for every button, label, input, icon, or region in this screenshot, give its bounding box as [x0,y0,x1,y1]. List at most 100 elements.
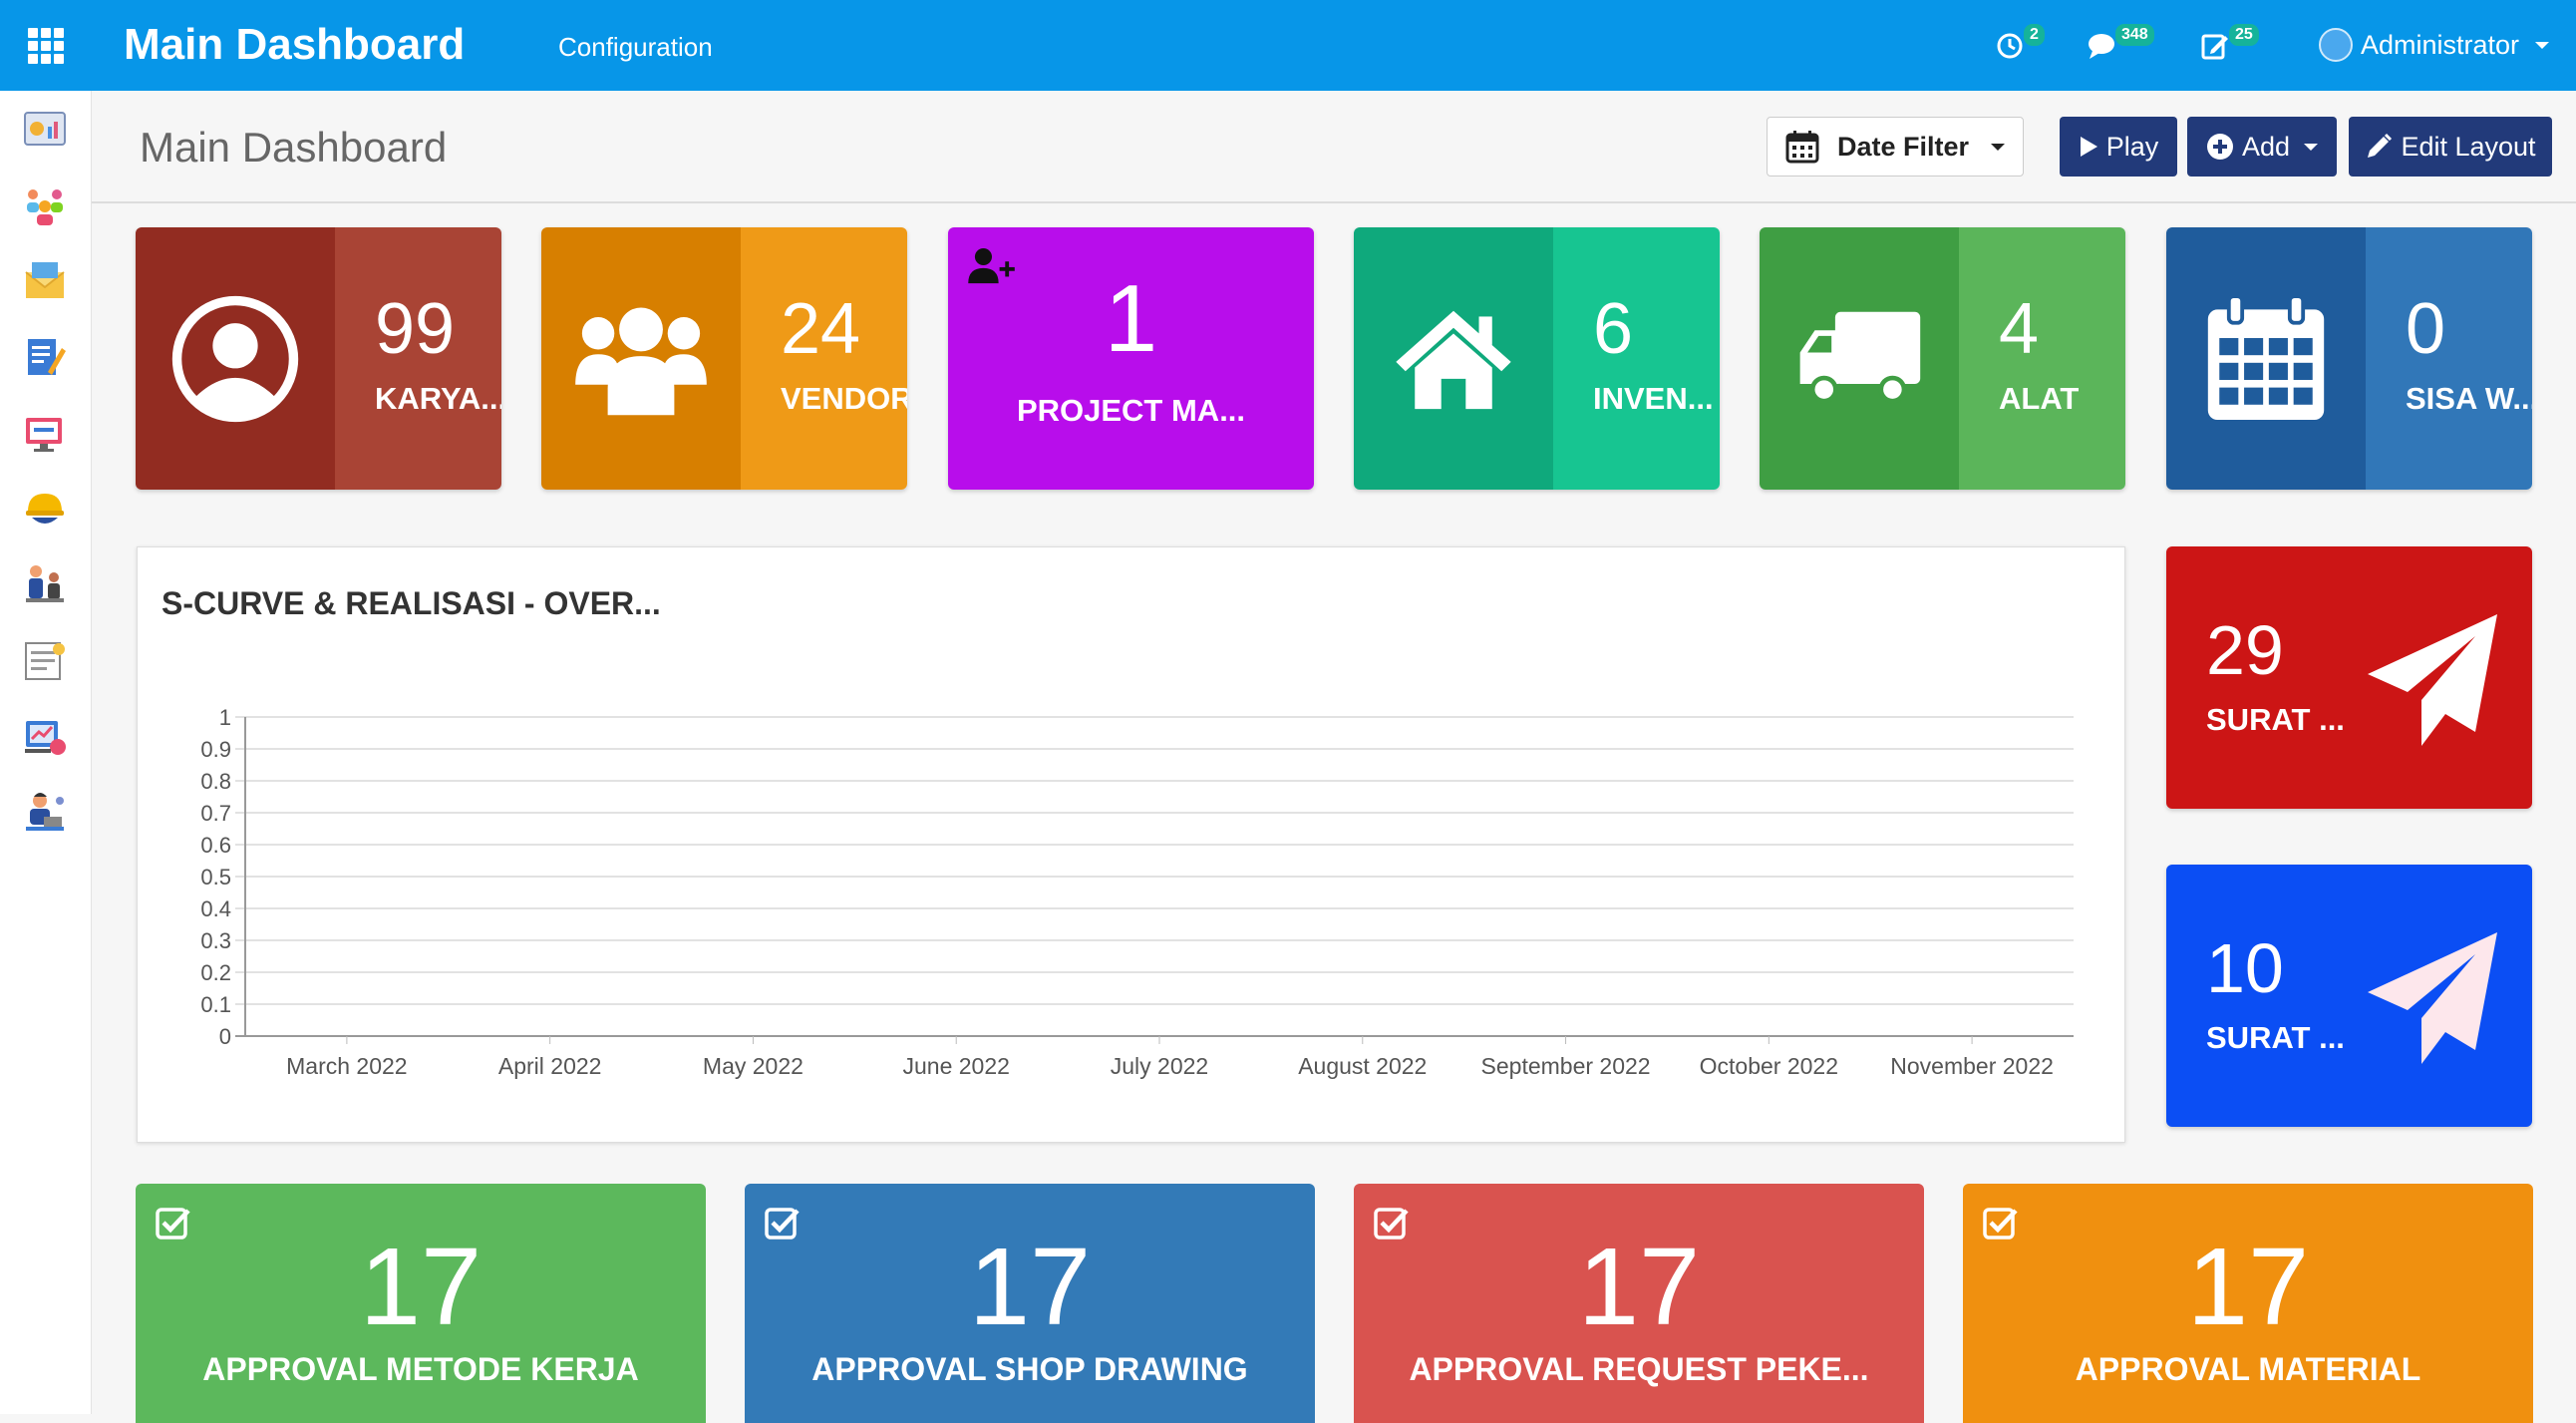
user-circle-icon [171,295,299,422]
team-icon [27,189,63,225]
y-tick-label: 0.3 [200,928,231,953]
top-navbar: Main Dashboard Configuration 2 348 25 Ad… [0,0,2576,91]
chat-badge: 348 [2115,24,2154,46]
chat-icon [2089,34,2114,59]
stat-value-panel: 0 SISA W... [2366,227,2532,490]
stat-card-project-manager[interactable]: 1 PROJECT MA... [948,227,1314,490]
surat-label: SURAT ... [2206,702,2345,737]
stat-value: 6 [1593,289,1634,369]
sidebar-item-document[interactable] [22,334,68,380]
stat-value: 24 [781,289,861,369]
y-tick-label: 0 [219,1024,231,1049]
approval-card-shop-drawing[interactable]: 17 APPROVAL SHOP DRAWING [745,1184,1315,1423]
x-tick-label: November 2022 [1890,1053,2054,1079]
stat-icon-panel [541,227,741,490]
user-menu[interactable]: Administrator [2319,26,2550,64]
approval-card-material[interactable]: 17 APPROVAL MATERIAL [1963,1184,2533,1423]
x-tick-label: June 2022 [903,1053,1010,1079]
stat-card-inventory[interactable]: 6 INVEN... [1354,227,1720,490]
stat-card-alat[interactable]: 4 ALAT [1760,227,2125,490]
avatar [2319,28,2353,62]
y-tick-label: 0.8 [200,769,231,794]
approval-card-request-pekerjaan[interactable]: 17 APPROVAL REQUEST PEKE... [1354,1184,1924,1423]
play-button[interactable]: Play [2060,117,2177,177]
edit-layout-label: Edit Layout [2401,131,2536,162]
chevron-down-icon [1991,143,2006,151]
stat-icon-panel [136,227,335,490]
sidebar-item-monitor[interactable] [22,410,68,456]
y-tick-label: 0.1 [200,992,231,1017]
approval-label: APPROVAL SHOP DRAWING [811,1351,1248,1387]
document-edit-icon [28,339,66,375]
stat-card-vendor[interactable]: 24 VENDOR [541,227,907,490]
sidebar-item-user-laptop[interactable] [22,789,68,835]
monitor-icon [26,418,62,452]
edit-badge: 25 [2229,24,2259,46]
sidebar-item-worker[interactable] [22,486,68,532]
x-tick-label: September 2022 [1481,1053,1651,1079]
edit-layout-button[interactable]: Edit Layout [2349,117,2552,177]
surat-value: 29 [2206,611,2284,689]
stat-value: 99 [375,289,456,369]
brand-title[interactable]: Main Dashboard [124,18,465,72]
y-tick-label: 0.5 [200,865,231,889]
stat-card-sisa-waktu[interactable]: 0 SISA W... [2166,227,2532,490]
stat-label: KARYA... [375,381,501,416]
home-icon [1396,310,1511,409]
nav-configuration[interactable]: Configuration [558,30,713,64]
sidebar-item-team[interactable] [22,182,68,228]
history-icon [1997,33,2023,59]
stat-label: ALAT [1999,381,2080,416]
x-tick-label: August 2022 [1298,1053,1427,1079]
plus-circle-icon [2206,134,2233,160]
calendar-icon [1785,131,1819,164]
sidebar-item-dashboard[interactable] [22,107,68,153]
add-button[interactable]: Add [2187,117,2337,177]
approval-value: 17 [2186,1226,2310,1348]
s-curve-chart-card: S-CURVE & REALISASI - OVER... 1 0.9 0.8 0.7… [137,546,2125,1143]
apps-grid-icon[interactable] [28,28,64,64]
approval-label: APPROVAL MATERIAL [2075,1351,2421,1387]
chevron-down-icon [2304,143,2319,151]
stat-icon-panel [1760,227,1959,490]
sidebar-item-analytics[interactable] [22,713,68,759]
sidebar-item-mail[interactable] [22,258,68,304]
stat-label: VENDOR [781,381,907,416]
x-tick-label: July 2022 [1111,1053,1208,1079]
stat-card-karyawan[interactable]: 99 KARYA... [136,227,501,490]
surat-card-2[interactable]: 10 SURAT ... [2166,865,2532,1127]
edit-notification[interactable]: 25 [2199,24,2259,66]
truck-icon [1799,311,1921,404]
approval-card-metode-kerja[interactable]: 17 APPROVAL METODE KERJA [136,1184,706,1423]
edit-note-icon [2201,34,2228,60]
history-notification[interactable]: 2 [1994,24,2045,66]
meeting-icon [26,565,64,602]
approval-label: APPROVAL REQUEST PEKE... [1409,1351,1869,1387]
pencil-icon [2368,133,2393,158]
x-tick-label: March 2022 [286,1053,407,1079]
analytics-icon [25,721,66,755]
stat-icon-panel [1354,227,1553,490]
date-filter-button[interactable]: Date Filter [1767,117,2024,177]
stat-value-panel: 99 KARYA... [335,227,501,490]
divider [92,201,2576,203]
add-label: Add [2241,131,2291,162]
chevron-down-icon [2535,41,2550,49]
play-label: Play [2105,131,2159,162]
x-tick-label: October 2022 [1700,1053,1838,1079]
stat-label: INVEN... [1593,381,1714,416]
user-laptop-icon [26,793,64,831]
calendar-icon [2207,293,2325,420]
stat-label: SISA W... [2406,381,2532,416]
report-icon [25,642,65,680]
stat-value: 1 [1104,265,1158,372]
sidebar-item-meeting[interactable] [22,561,68,607]
paper-plane-icon [2368,614,2497,746]
play-icon [2080,137,2097,157]
chat-notification[interactable]: 348 [2086,24,2154,66]
stat-value: 4 [1999,289,2040,369]
approval-value: 17 [1577,1226,1701,1348]
x-tick-label: May 2022 [703,1053,804,1079]
surat-card-1[interactable]: 29 SURAT ... [2166,546,2532,809]
sidebar-item-report[interactable] [22,637,68,683]
